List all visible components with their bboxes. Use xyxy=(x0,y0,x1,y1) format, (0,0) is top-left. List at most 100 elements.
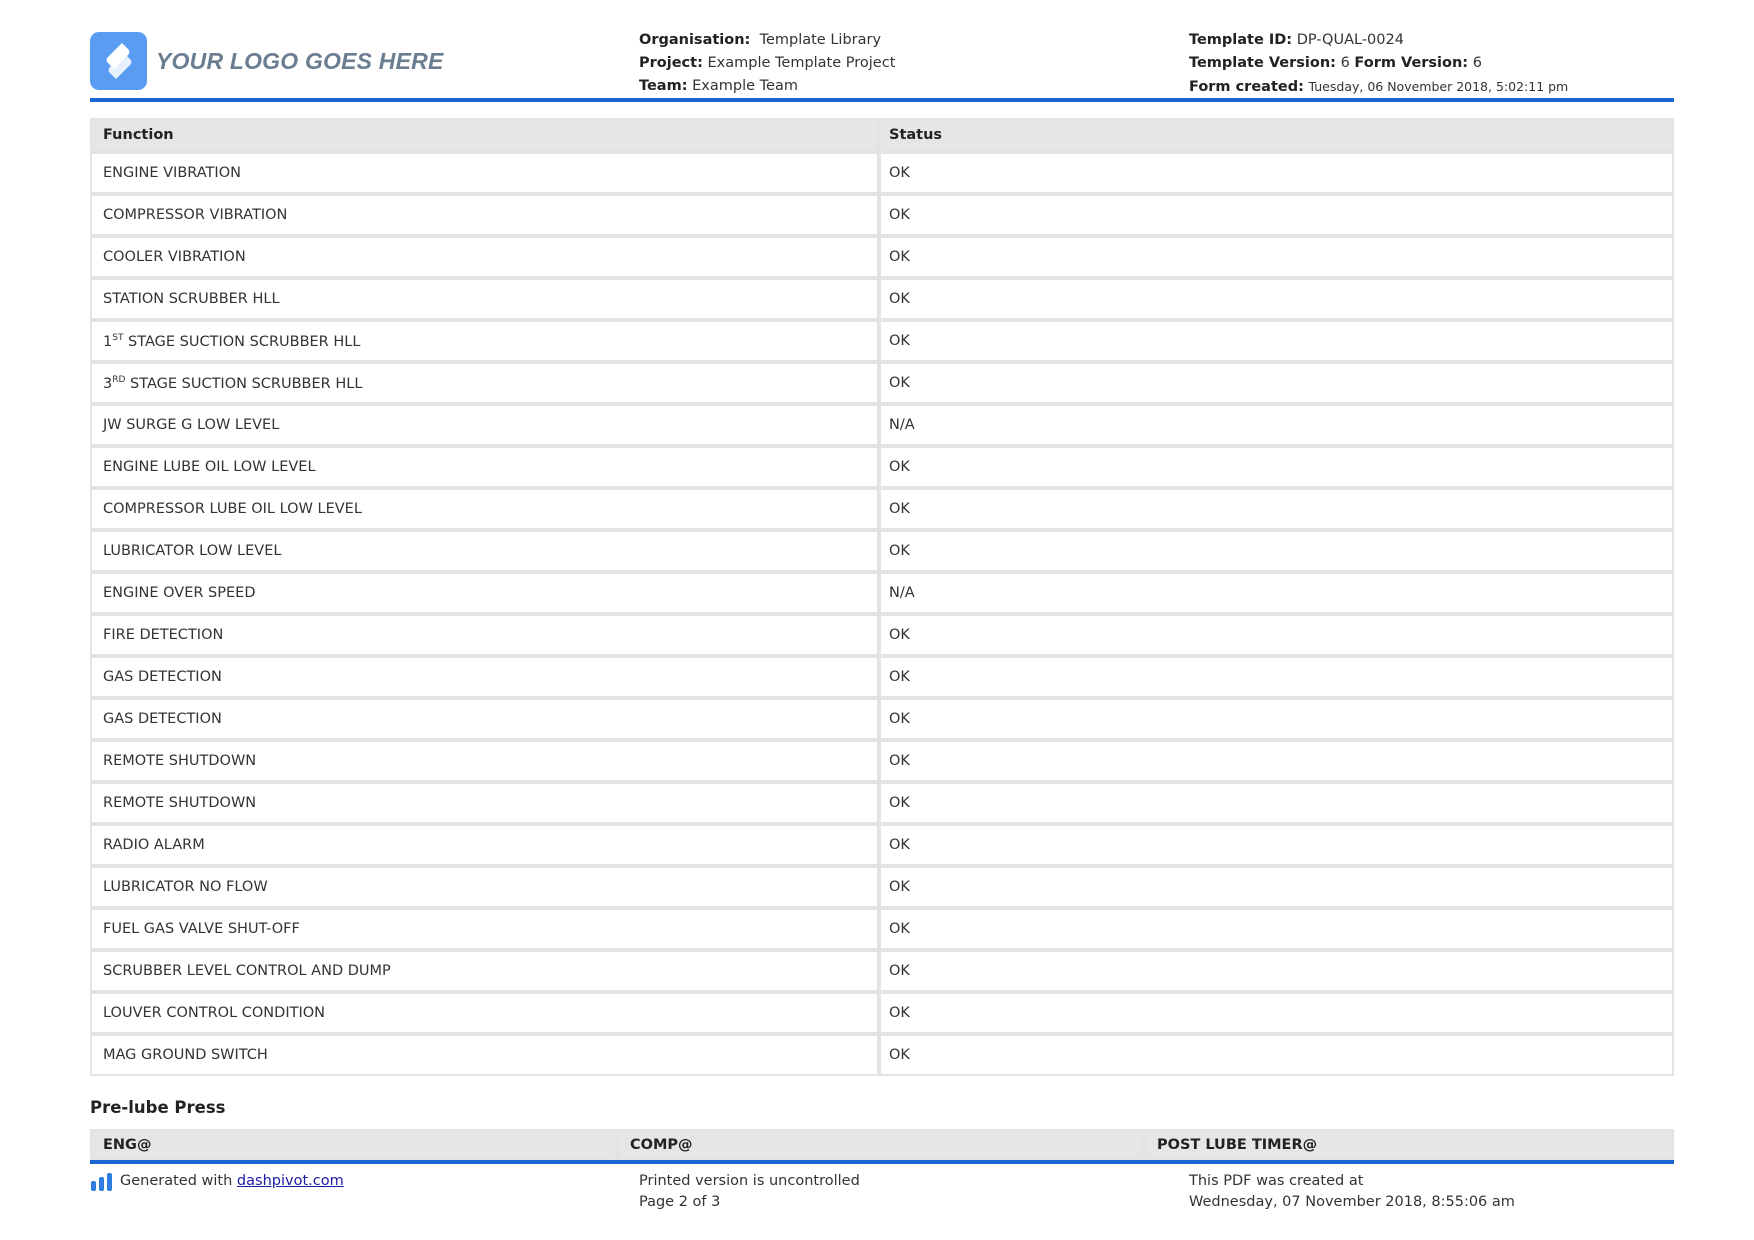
table-row: STATION SCRUBBER HLL OK xyxy=(90,278,1674,320)
logo-mark-icon xyxy=(90,32,147,90)
status-cell: OK xyxy=(879,278,1674,320)
footer-pdf-info: This PDF was created at Wednesday, 07 No… xyxy=(1189,1171,1515,1213)
template-version-value: 6 xyxy=(1340,55,1350,71)
table-row: REMOTE SHUTDOWN OK xyxy=(90,782,1674,824)
form-version-label: Form Version: xyxy=(1354,55,1469,71)
table-row: ENGINE LUBE OIL LOW LEVEL OK xyxy=(90,446,1674,488)
table-header-row: Function Status xyxy=(90,118,1674,152)
report-header: YOUR LOGO GOES HERE Organisation: Templa… xyxy=(90,0,1674,102)
status-cell: OK xyxy=(879,866,1674,908)
form-created-label: Form created: xyxy=(1189,79,1304,95)
project-value: Example Template Project xyxy=(707,55,896,71)
table-row: SCRUBBER LEVEL CONTROL AND DUMP OK xyxy=(90,950,1674,992)
function-cell: SCRUBBER LEVEL CONTROL AND DUMP xyxy=(90,950,879,992)
function-cell: STATION SCRUBBER HLL xyxy=(90,278,879,320)
header-divider xyxy=(90,98,1674,102)
pdf-created-label: This PDF was created at xyxy=(1189,1173,1364,1189)
report-page: YOUR LOGO GOES HERE Organisation: Templa… xyxy=(90,0,1674,1224)
function-text: STAGE SUCTION SCRUBBER HLL xyxy=(123,333,361,350)
form-version-value: 6 xyxy=(1472,55,1482,71)
logo: YOUR LOGO GOES HERE xyxy=(90,32,444,90)
column-header-function: Function xyxy=(90,118,879,152)
status-cell: OK xyxy=(879,698,1674,740)
status-cell: OK xyxy=(879,908,1674,950)
team-label: Team: xyxy=(639,78,688,94)
status-cell: OK xyxy=(879,194,1674,236)
function-cell: 3RD STAGE SUCTION SCRUBBER HLL xyxy=(90,362,879,404)
status-cell: N/A xyxy=(879,572,1674,614)
status-cell: OK xyxy=(879,152,1674,194)
table-row: ENGINE OVER SPEED N/A xyxy=(90,572,1674,614)
function-cell: REMOTE SHUTDOWN xyxy=(90,782,879,824)
template-version-label: Template Version: xyxy=(1189,55,1336,71)
table-row: GAS DETECTION OK xyxy=(90,656,1674,698)
table-row: RADIO ALARM OK xyxy=(90,824,1674,866)
generated-text: Generated with xyxy=(120,1173,233,1189)
function-cell: ENGINE VIBRATION xyxy=(90,152,879,194)
status-cell: OK xyxy=(879,488,1674,530)
function-cell: COMPRESSOR LUBE OIL LOW LEVEL xyxy=(90,488,879,530)
table-row: REMOTE SHUTDOWN OK xyxy=(90,740,1674,782)
function-cell: FIRE DETECTION xyxy=(90,614,879,656)
table-row: LUBRICATOR NO FLOW OK xyxy=(90,866,1674,908)
column-header-status: Status xyxy=(879,118,1674,152)
status-cell: OK xyxy=(879,236,1674,278)
table-row: COMPRESSOR LUBE OIL LOW LEVEL OK xyxy=(90,488,1674,530)
template-id-value: DP-QUAL-0024 xyxy=(1296,32,1404,48)
status-cell: OK xyxy=(879,782,1674,824)
function-ordinal-suffix: ST xyxy=(112,332,124,343)
function-cell: GAS DETECTION xyxy=(90,656,879,698)
organisation-label: Organisation: xyxy=(639,32,751,48)
section-title-prelube: Pre-lube Press xyxy=(90,1098,226,1117)
prelube-table: ENG@ COMP@ POST LUBE TIMER@ xyxy=(90,1129,1674,1160)
function-number: 1 xyxy=(103,333,113,350)
function-cell: COOLER VIBRATION xyxy=(90,236,879,278)
function-status-table: Function Status ENGINE VIBRATION OK COMPRE… xyxy=(90,118,1674,1076)
function-cell: GAS DETECTION xyxy=(90,698,879,740)
table-row: GAS DETECTION OK xyxy=(90,698,1674,740)
status-cell: OK xyxy=(879,656,1674,698)
table-row: FIRE DETECTION OK xyxy=(90,614,1674,656)
function-cell: FUEL GAS VALVE SHUT-OFF xyxy=(90,908,879,950)
uncontrolled-note: Printed version is uncontrolled xyxy=(639,1173,860,1189)
function-cell: ENGINE OVER SPEED xyxy=(90,572,879,614)
status-cell: N/A xyxy=(879,404,1674,446)
function-cell: LOUVER CONTROL CONDITION xyxy=(90,992,879,1034)
status-cell: OK xyxy=(879,320,1674,362)
function-cell: JW SURGE G LOW LEVEL xyxy=(90,404,879,446)
project-label: Project: xyxy=(639,55,703,71)
column-header-post-lube-timer: POST LUBE TIMER@ xyxy=(1144,1129,1674,1160)
table-row: MAG GROUND SWITCH OK xyxy=(90,1034,1674,1076)
function-cell: 1ST STAGE SUCTION SCRUBBER HLL xyxy=(90,320,879,362)
status-cell: OK xyxy=(879,362,1674,404)
status-cell: OK xyxy=(879,824,1674,866)
form-created-value: Tuesday, 06 November 2018, 5:02:11 pm xyxy=(1308,79,1569,94)
table-row: 1ST STAGE SUCTION SCRUBBER HLL OK xyxy=(90,320,1674,362)
table-body: ENGINE VIBRATION OK COMPRESSOR VIBRATION OK… xyxy=(90,152,1674,1076)
header-template-block: Template ID: DP-QUAL-0024 Template Versi… xyxy=(1189,29,1568,99)
column-header-comp: COMP@ xyxy=(617,1129,1144,1160)
function-number: 3 xyxy=(103,375,113,392)
dashpivot-link[interactable]: dashpivot.com xyxy=(237,1171,344,1192)
function-cell: LUBRICATOR LOW LEVEL xyxy=(90,530,879,572)
organisation-value: Template Library xyxy=(759,32,882,48)
table-row: COOLER VIBRATION OK xyxy=(90,236,1674,278)
table-row: 3RD STAGE SUCTION SCRUBBER HLL OK xyxy=(90,362,1674,404)
function-cell: REMOTE SHUTDOWN xyxy=(90,740,879,782)
table-row: FUEL GAS VALVE SHUT-OFF OK xyxy=(90,908,1674,950)
pdf-created-value: Wednesday, 07 November 2018, 8:55:06 am xyxy=(1189,1194,1515,1210)
function-cell: ENGINE LUBE OIL LOW LEVEL xyxy=(90,446,879,488)
dashpivot-bars-icon xyxy=(91,1173,112,1191)
report-footer: Generated with dashpivot.com Printed ver… xyxy=(90,1164,1674,1224)
page-number: Page 2 of 3 xyxy=(639,1194,721,1210)
table-row: LUBRICATOR LOW LEVEL OK xyxy=(90,530,1674,572)
prelube-header-row: ENG@ COMP@ POST LUBE TIMER@ xyxy=(90,1129,1674,1160)
table-row: ENGINE VIBRATION OK xyxy=(90,152,1674,194)
function-cell: LUBRICATOR NO FLOW xyxy=(90,866,879,908)
header-org-block: Organisation: Template Library Project: … xyxy=(639,29,895,98)
function-text: STAGE SUCTION SCRUBBER HLL xyxy=(125,375,363,392)
function-cell: MAG GROUND SWITCH xyxy=(90,1034,879,1076)
table-row: JW SURGE G LOW LEVEL N/A xyxy=(90,404,1674,446)
status-cell: OK xyxy=(879,992,1674,1034)
function-cell: COMPRESSOR VIBRATION xyxy=(90,194,879,236)
